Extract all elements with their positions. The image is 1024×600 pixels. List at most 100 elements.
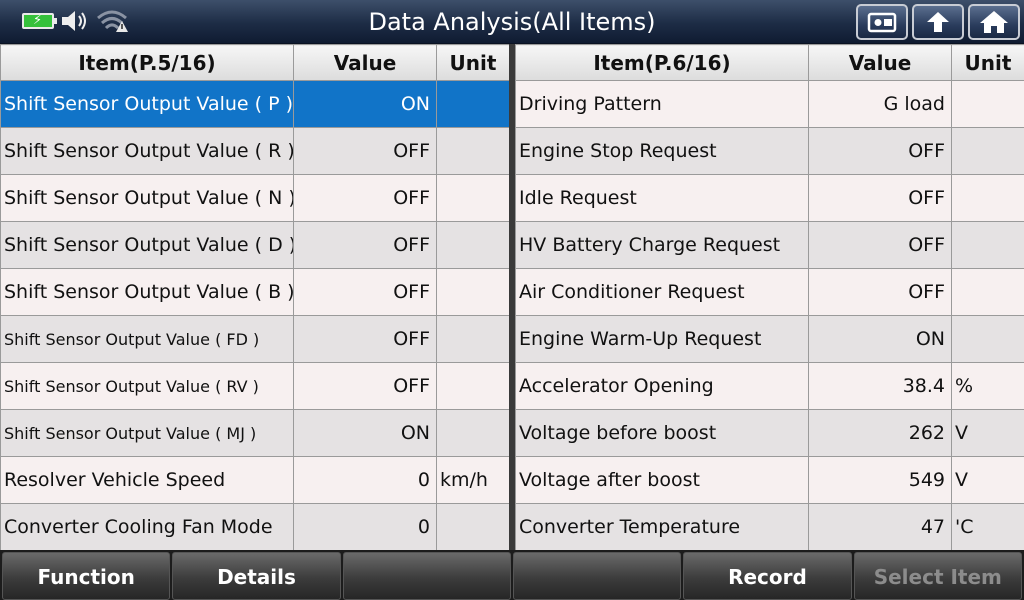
table-row[interactable]: Shift Sensor Output Value ( P ) ON	[0, 80, 510, 128]
unit-cell	[436, 80, 510, 128]
item-cell: Accelerator Opening	[515, 362, 809, 410]
item-cell: Air Conditioner Request	[515, 268, 809, 316]
function-button[interactable]: Function	[2, 552, 171, 600]
screenshot-button[interactable]	[856, 4, 908, 40]
home-button[interactable]	[968, 4, 1020, 40]
table-row[interactable]: Idle Request OFF	[515, 174, 1024, 222]
status-icons: ⚡	[22, 8, 128, 34]
item-cell: Engine Stop Request	[515, 127, 809, 175]
unit-cell: V	[951, 409, 1024, 457]
details-button[interactable]: Details	[172, 552, 341, 600]
item-cell: Engine Warm-Up Request	[515, 315, 809, 363]
item-cell: Shift Sensor Output Value ( R )	[0, 127, 294, 175]
item-cell: Shift Sensor Output Value ( N )	[0, 174, 294, 222]
left-data-table: Item(P.5/16) Value Unit Shift Sensor Out…	[0, 44, 510, 551]
unit-cell	[436, 174, 510, 222]
value-cell: OFF	[808, 268, 952, 316]
back-button[interactable]	[912, 4, 964, 40]
value-column-header: Value	[293, 44, 437, 81]
item-cell: Shift Sensor Output Value ( B )	[0, 268, 294, 316]
unit-cell	[436, 221, 510, 269]
unit-cell	[436, 268, 510, 316]
table-row[interactable]: Driving Pattern G load	[515, 80, 1024, 128]
value-cell: OFF	[293, 221, 437, 269]
unit-cell: V	[951, 456, 1024, 504]
value-cell: OFF	[293, 174, 437, 222]
value-cell: OFF	[808, 174, 952, 222]
unit-cell	[436, 362, 510, 410]
unit-column-header: Unit	[951, 44, 1024, 81]
page-title: Data Analysis(All Items)	[368, 8, 656, 36]
value-cell: 262	[808, 409, 952, 457]
unit-cell: %	[951, 362, 1024, 410]
item-cell: Converter Temperature	[515, 503, 809, 551]
unit-cell	[951, 174, 1024, 222]
title-bar: ⚡ Data Analysis(All Items)	[0, 0, 1024, 44]
unit-cell	[951, 268, 1024, 316]
table-row[interactable]: Shift Sensor Output Value ( MJ ) ON	[0, 409, 510, 457]
table-row[interactable]: Accelerator Opening 38.4 %	[515, 362, 1024, 410]
unit-cell	[951, 127, 1024, 175]
table-row[interactable]: Converter Temperature 47 'C	[515, 503, 1024, 551]
value-cell: 549	[808, 456, 952, 504]
table-row[interactable]: Converter Cooling Fan Mode 0	[0, 503, 510, 551]
bottom-toolbar: Function Details Record Select Item	[0, 550, 1024, 600]
item-column-header[interactable]: Item(P.5/16)	[0, 44, 294, 81]
item-cell: Shift Sensor Output Value ( P )	[0, 80, 294, 128]
value-cell: ON	[808, 315, 952, 363]
value-cell: 38.4	[808, 362, 952, 410]
unit-cell	[951, 315, 1024, 363]
unit-cell	[951, 80, 1024, 128]
table-row[interactable]: Resolver Vehicle Speed 0 km/h	[0, 456, 510, 504]
table-row[interactable]: Shift Sensor Output Value ( N ) OFF	[0, 174, 510, 222]
value-cell: OFF	[293, 315, 437, 363]
item-cell: Voltage after boost	[515, 456, 809, 504]
item-cell: Shift Sensor Output Value ( MJ )	[0, 409, 294, 457]
unit-cell: 'C	[951, 503, 1024, 551]
table-row[interactable]: Voltage before boost 262 V	[515, 409, 1024, 457]
table-row[interactable]: Shift Sensor Output Value ( B ) OFF	[0, 268, 510, 316]
unit-cell: km/h	[436, 456, 510, 504]
value-cell: ON	[293, 409, 437, 457]
unit-cell	[436, 503, 510, 551]
value-cell: 0	[293, 456, 437, 504]
item-cell: Shift Sensor Output Value ( FD )	[0, 315, 294, 363]
value-column-header: Value	[808, 44, 952, 81]
table-row[interactable]: Shift Sensor Output Value ( D ) OFF	[0, 221, 510, 269]
table-row[interactable]: Voltage after boost 549 V	[515, 456, 1024, 504]
value-cell: OFF	[293, 127, 437, 175]
item-cell: Shift Sensor Output Value ( D )	[0, 221, 294, 269]
screenshot-icon	[867, 12, 897, 33]
table-row[interactable]: Shift Sensor Output Value ( RV ) OFF	[0, 362, 510, 410]
unit-cell	[436, 409, 510, 457]
empty-toolbar-button-4[interactable]	[512, 552, 682, 600]
unit-cell	[951, 221, 1024, 269]
item-cell: Shift Sensor Output Value ( RV )	[0, 362, 294, 410]
battery-charging-icon: ⚡	[22, 13, 57, 29]
wifi-warning-icon	[97, 10, 128, 32]
table-row[interactable]: Engine Stop Request OFF	[515, 127, 1024, 175]
table-row[interactable]: Shift Sensor Output Value ( R ) OFF	[0, 127, 510, 175]
item-cell: HV Battery Charge Request	[515, 221, 809, 269]
value-cell: 47	[808, 503, 952, 551]
unit-column-header: Unit	[436, 44, 510, 81]
table-row[interactable]: Air Conditioner Request OFF	[515, 268, 1024, 316]
value-cell: G load	[808, 80, 952, 128]
unit-cell	[436, 315, 510, 363]
table-row[interactable]: Shift Sensor Output Value ( FD ) OFF	[0, 315, 510, 363]
item-cell: Driving Pattern	[515, 80, 809, 128]
select-item-button[interactable]: Select Item	[853, 552, 1022, 600]
unit-cell	[436, 127, 510, 175]
item-cell: Converter Cooling Fan Mode	[0, 503, 294, 551]
item-cell: Idle Request	[515, 174, 809, 222]
table-row[interactable]: HV Battery Charge Request OFF	[515, 221, 1024, 269]
value-cell: 0	[293, 503, 437, 551]
table-row[interactable]: Engine Warm-Up Request ON	[515, 315, 1024, 363]
speaker-icon	[62, 11, 86, 31]
home-icon	[980, 11, 1008, 33]
record-button[interactable]: Record	[683, 552, 852, 600]
value-cell: OFF	[808, 221, 952, 269]
item-cell: Resolver Vehicle Speed	[0, 456, 294, 504]
item-column-header[interactable]: Item(P.6/16)	[515, 44, 809, 81]
empty-toolbar-button-3[interactable]	[342, 552, 511, 600]
